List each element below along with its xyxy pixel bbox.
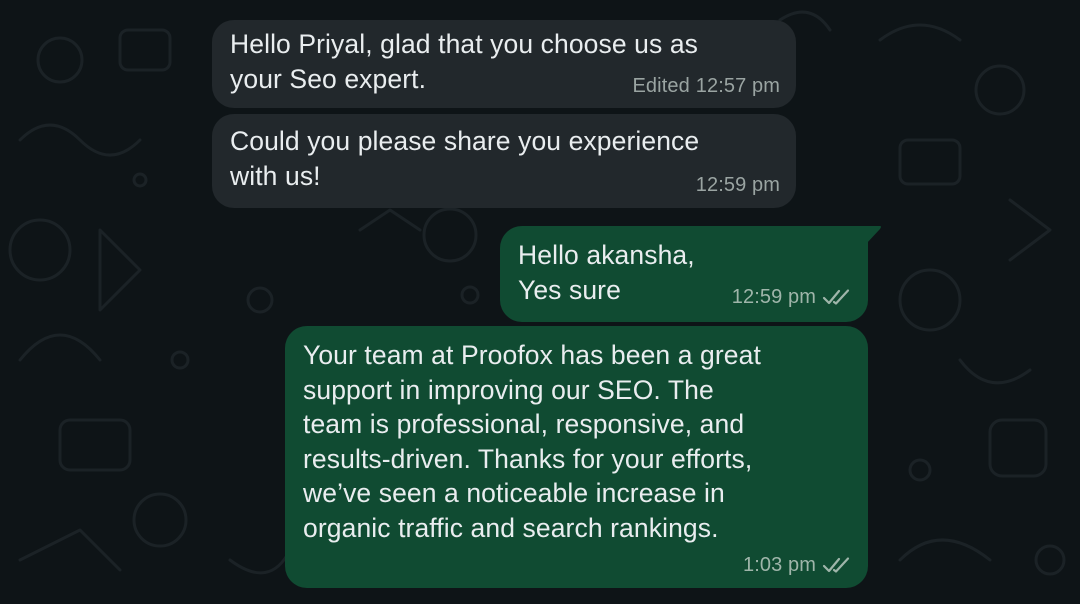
bubble-tail	[866, 226, 881, 244]
message-time: 12:57 pm	[695, 74, 780, 97]
message-text: Could you please share you experience wi…	[230, 126, 700, 191]
message-meta: 1:03 pm	[743, 548, 854, 583]
message-time: 1:03 pm	[743, 553, 816, 576]
read-double-check-icon	[822, 557, 850, 573]
message-text: Your team at Proofox has been a great su…	[303, 340, 761, 543]
edited-label: Edited	[632, 74, 690, 97]
incoming-message-bubble[interactable]: Could you please share you experience wi…	[212, 114, 796, 208]
message-time: 12:59 pm	[695, 173, 780, 196]
outgoing-message-bubble[interactable]: Hello akansha, Yes sure 12:59 pm	[500, 226, 868, 322]
message-text: Hello Priyal, glad that you choose us as…	[230, 29, 699, 94]
message-meta: 12:59 pm	[696, 168, 780, 203]
outgoing-message-bubble[interactable]: Your team at Proofox has been a great su…	[285, 326, 868, 588]
message-time: 12:59 pm	[731, 285, 816, 308]
message-text: Hello akansha, Yes sure	[518, 240, 695, 305]
read-double-check-icon	[822, 289, 850, 305]
incoming-message-bubble[interactable]: Hello Priyal, glad that you choose us as…	[212, 20, 796, 108]
message-meta: 12:59 pm	[732, 280, 854, 315]
message-meta: Edited 12:57 pm	[632, 69, 780, 104]
